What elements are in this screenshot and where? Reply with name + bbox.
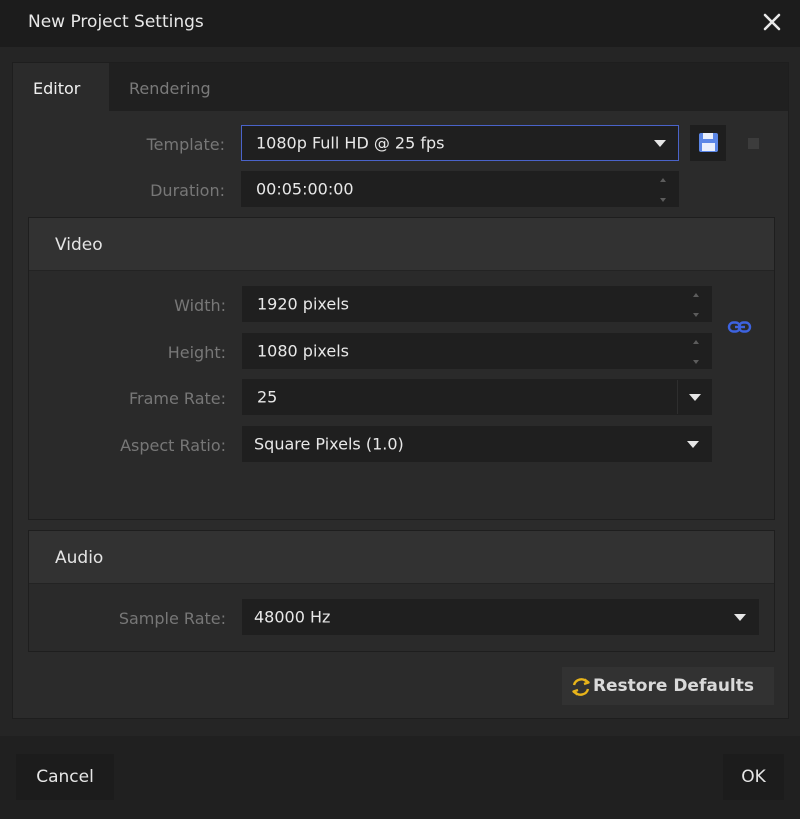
ok-label: OK — [741, 767, 766, 787]
aspect-ratio-value: Square Pixels (1.0) — [254, 434, 404, 454]
chevron-down-icon — [734, 614, 746, 621]
height-label: Height: — [167, 343, 226, 362]
restore-icon — [572, 678, 590, 696]
template-select[interactable]: 1080p Full HD @ 25 fps — [241, 125, 679, 161]
width-input[interactable]: 1920 pixels — [242, 286, 712, 322]
duration-value: 00:05:00:00 — [256, 179, 354, 199]
save-icon — [699, 133, 718, 152]
sample-rate-label: Sample Rate: — [118, 609, 226, 628]
chevron-down-icon — [687, 441, 699, 448]
tab-rendering[interactable]: Rendering — [109, 63, 231, 111]
template-value: 1080p Full HD @ 25 fps — [256, 133, 445, 153]
chevron-down-icon — [689, 394, 701, 401]
duration-label: Duration: — [150, 181, 225, 200]
aspect-ratio-label: Aspect Ratio: — [120, 436, 226, 455]
audio-section: Audio Sample Rate: 48000 Hz — [28, 530, 775, 652]
duration-input[interactable]: 00:05:00:00 — [241, 171, 679, 207]
audio-heading: Audio — [55, 548, 104, 568]
title-bar: New Project Settings — [0, 0, 800, 47]
tab-editor[interactable]: Editor — [13, 63, 109, 111]
cancel-label: Cancel — [36, 767, 94, 787]
close-icon[interactable] — [758, 8, 786, 36]
aspect-ratio-select[interactable]: Square Pixels (1.0) — [242, 426, 712, 462]
duration-spinner[interactable] — [660, 178, 670, 202]
tab-bar: Editor Rendering — [13, 63, 788, 111]
save-template-button[interactable] — [690, 125, 726, 161]
audio-section-header: Audio — [29, 531, 774, 584]
delete-icon[interactable] — [748, 138, 759, 149]
height-input[interactable]: 1080 pixels — [242, 333, 712, 369]
video-section-header: Video — [29, 218, 774, 271]
video-section: Video Width: 1920 pixels Height: 1080 pi… — [28, 217, 775, 520]
settings-panel: Editor Rendering Template: 1080p Full HD… — [12, 62, 789, 719]
frame-rate-value: 25 — [257, 387, 278, 407]
restore-defaults-label: Restore Defaults — [592, 676, 754, 696]
cancel-button[interactable]: Cancel — [16, 754, 114, 800]
width-label: Width: — [174, 296, 226, 315]
height-value: 1080 pixels — [257, 341, 350, 361]
video-heading: Video — [55, 235, 103, 255]
sample-rate-select[interactable]: 48000 Hz — [242, 599, 759, 635]
window-title: New Project Settings — [28, 12, 204, 32]
frame-rate-label: Frame Rate: — [128, 389, 226, 408]
width-value: 1920 pixels — [257, 294, 350, 314]
height-spinner[interactable] — [693, 340, 703, 364]
ok-button[interactable]: OK — [723, 754, 784, 800]
dialog-footer: Cancel OK — [0, 736, 800, 819]
sample-rate-value: 48000 Hz — [254, 607, 331, 627]
frame-rate-dropdown-button[interactable] — [677, 380, 711, 414]
restore-defaults-button[interactable]: Restore Defaults — [562, 667, 774, 705]
width-spinner[interactable] — [693, 293, 703, 317]
link-icon[interactable] — [726, 316, 756, 338]
chevron-down-icon — [654, 140, 666, 147]
frame-rate-combo[interactable]: 25 — [242, 379, 712, 415]
template-label: Template: — [146, 135, 225, 154]
